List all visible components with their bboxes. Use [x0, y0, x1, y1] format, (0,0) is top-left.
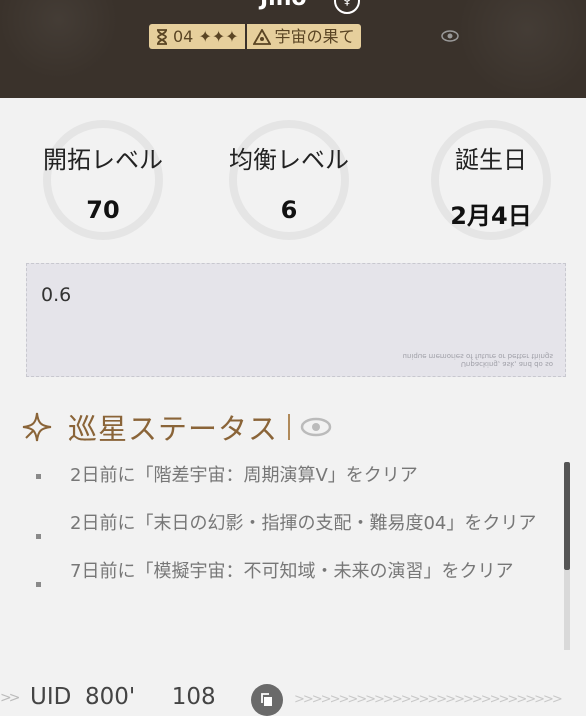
gender-icon: ♀: [334, 0, 360, 14]
uid-label: UID: [30, 684, 72, 710]
signature-box[interactable]: 0.6 Unpacking, ask, and do so unique mem…: [26, 263, 566, 377]
title-divider: [288, 414, 291, 440]
copy-icon: [261, 693, 272, 706]
triangle-icon: [252, 28, 271, 45]
stat-label: 均衡レベル: [229, 146, 349, 174]
uid-value: 800' 108: [85, 684, 216, 710]
universe-tag[interactable]: 宇宙の果て: [246, 24, 361, 49]
bullet: [36, 534, 41, 539]
list-item: 2日前に「末日の幻影・指揮の支配・難易度04」をクリア: [36, 510, 556, 539]
stat-label: 開拓レベル: [43, 146, 163, 174]
stat-label: 誕生日: [455, 146, 527, 174]
universe-tag-text: 宇宙の果て: [274, 27, 355, 46]
bullet: [36, 582, 41, 587]
profile-tags: 04 ✦✦✦ 宇宙の果て: [149, 24, 361, 49]
bullet: [36, 474, 41, 479]
eye-icon[interactable]: [441, 29, 459, 43]
profile-header: Jino ♀ 04 ✦✦✦ 宇宙の果て: [0, 0, 586, 98]
stat-value: 2月4日: [450, 202, 532, 230]
status-section-header: 巡星ステータス: [22, 410, 332, 446]
list-item: 2日前に「階差宇宙：周期演算V」をクリア: [36, 462, 556, 489]
footer-uid-row: >> UID 800' 108 >>>>>>>>>>>>>>>>>>>>>>>>…: [0, 684, 586, 716]
chevron-decoration: >>>>>>>>>>>>>>>>>>>>>>>>>>>>>>: [294, 692, 563, 707]
stats-row: 開拓レベル 70 均衡レベル 6 誕生日 2月4日: [0, 100, 586, 260]
chevron-decoration: >>: [0, 690, 21, 706]
activity-text: 2日前に「階差宇宙：周期演算V」をクリア: [70, 465, 418, 486]
scrollbar-thumb[interactable]: [564, 462, 570, 570]
copy-button[interactable]: [251, 684, 283, 716]
activity-list: 2日前に「階差宇宙：周期演算V」をクリア 2日前に「末日の幻影・指揮の支配・難易…: [36, 462, 556, 587]
sparkle-icon: [22, 412, 52, 442]
status-section-title: 巡星ステータス: [68, 412, 279, 446]
activity-text: 2日前に「末日の幻影・指揮の支配・難易度04」をクリア: [70, 513, 537, 534]
eye-icon[interactable]: [300, 416, 332, 438]
list-item: 7日前に「模擬宇宙：不可知域・未来の演習」をクリア: [36, 558, 556, 587]
signature-watermark: Unpacking, ask, and do so unique memorie…: [402, 352, 553, 368]
signature-text: 0.6: [41, 284, 72, 306]
activity-text: 7日前に「模擬宇宙：不可知域・未来の演習」をクリア: [70, 561, 514, 582]
stat-value: 70: [86, 196, 120, 224]
scrollbar-track[interactable]: [564, 570, 570, 650]
level-tag[interactable]: 04 ✦✦✦: [149, 24, 245, 49]
stat-value: 6: [280, 196, 298, 224]
player-name: Jino: [260, 0, 307, 11]
level-tag-text: 04 ✦✦✦: [173, 27, 239, 46]
hourglass-icon: [157, 28, 167, 45]
